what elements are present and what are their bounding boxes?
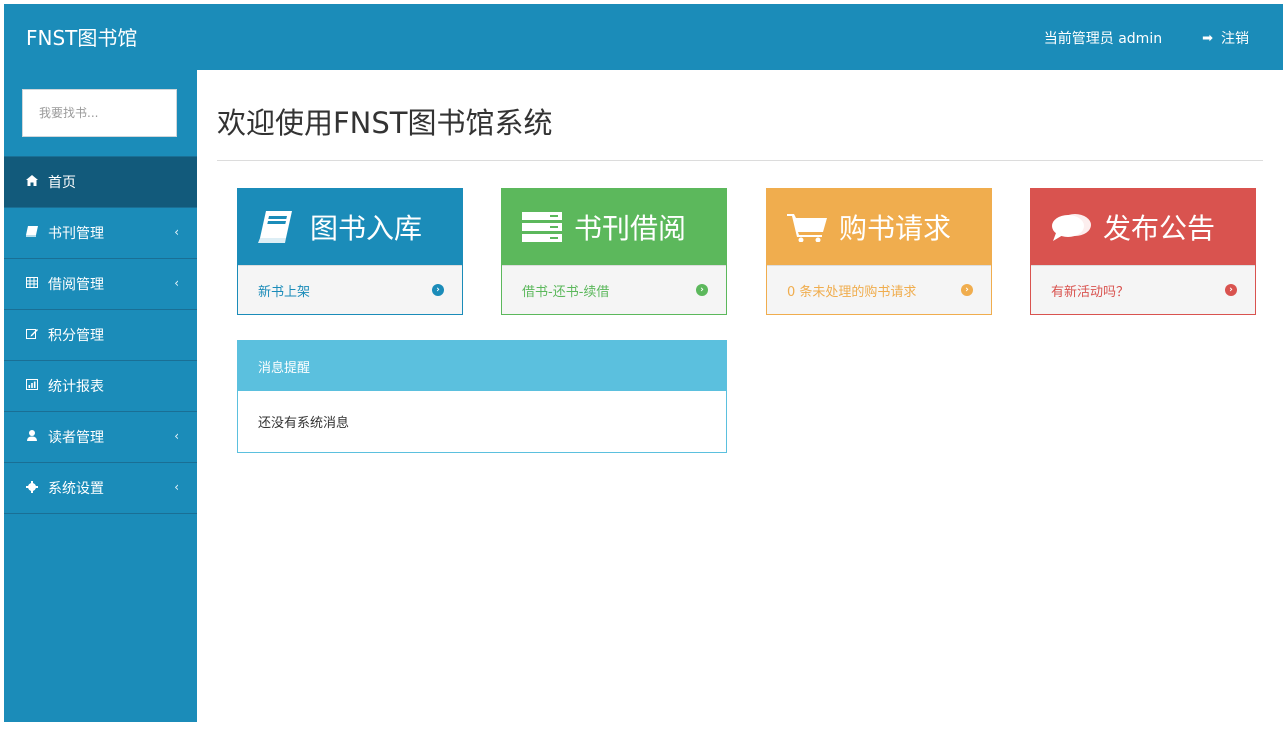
sidebar-item-settings[interactable]: 系统设置 ‹ <box>4 463 197 514</box>
card-title: 图书入库 <box>310 212 423 245</box>
logout-button[interactable]: ➡ 注销 <box>1202 28 1249 48</box>
sidebar-item-label: 借阅管理 <box>48 277 104 293</box>
book-icon <box>26 226 48 240</box>
card-link-text: 借书-还书-续借 <box>522 284 610 300</box>
card-header: 书刊借阅 <box>502 189 726 265</box>
card-book-stock-in[interactable]: 图书入库 新书上架 › <box>237 188 463 315</box>
card-header: 图书入库 <box>238 189 462 265</box>
card-footer[interactable]: 新书上架 › <box>238 265 462 314</box>
card-footer[interactable]: 借书-还书-续借 › <box>502 265 726 314</box>
main-content: 欢迎使用FNST图书馆系统 图书入库 新书上架 › 书刊借阅 借书-还书-续借 … <box>197 70 1283 722</box>
card-title: 购书请求 <box>839 212 952 245</box>
user-icon <box>26 430 48 444</box>
arrow-circle-right-icon: › <box>432 284 444 296</box>
sidebar-item-label: 书刊管理 <box>48 226 104 242</box>
card-header: 发布公告 <box>1031 189 1255 265</box>
message-panel: 消息提醒 还没有系统消息 <box>237 340 727 453</box>
sidebar-item-label: 统计报表 <box>48 379 104 395</box>
app-frame: FNST图书馆 当前管理员 admin ➡ 注销 首页 书刊管理 ‹ <box>4 4 1283 722</box>
card-header: 购书请求 <box>767 189 991 265</box>
sidebar-item-label: 系统设置 <box>48 481 104 497</box>
sidebar-item-label: 积分管理 <box>48 328 104 344</box>
logout-label: 注销 <box>1221 31 1249 47</box>
arrow-circle-right-icon: › <box>1225 284 1237 296</box>
home-icon <box>26 175 48 189</box>
page-title: 欢迎使用FNST图书馆系统 <box>217 106 553 140</box>
top-navbar: FNST图书馆 当前管理员 admin ➡ 注销 <box>4 4 1283 70</box>
sidebar-item-readers[interactable]: 读者管理 ‹ <box>4 412 197 463</box>
card-title: 发布公告 <box>1103 212 1216 245</box>
card-title: 书刊借阅 <box>574 212 687 245</box>
chevron-left-icon: ‹ <box>174 225 179 239</box>
arrow-circle-right-icon: › <box>696 284 708 296</box>
card-book-borrow[interactable]: 书刊借阅 借书-还书-续借 › <box>501 188 727 315</box>
card-footer[interactable]: 0 条未处理的购书请求 › <box>767 265 991 314</box>
arrow-circle-right-icon: › <box>961 284 973 296</box>
sidebar-item-home[interactable]: 首页 <box>4 157 197 208</box>
card-link-text: 0 条未处理的购书请求 <box>787 284 917 300</box>
sidebar-item-label: 读者管理 <box>48 430 104 446</box>
chevron-left-icon: ‹ <box>174 429 179 443</box>
search-input[interactable] <box>22 89 177 137</box>
sidebar-item-points[interactable]: 积分管理 <box>4 310 197 361</box>
title-divider <box>217 160 1263 161</box>
card-publish-notice[interactable]: 发布公告 有新活动吗？ › <box>1030 188 1256 315</box>
message-panel-heading: 消息提醒 <box>238 341 726 391</box>
book-icon <box>258 211 310 243</box>
card-footer[interactable]: 有新活动吗？ › <box>1031 265 1255 314</box>
chevron-left-icon: ‹ <box>174 480 179 494</box>
message-panel-body: 还没有系统消息 <box>258 416 350 431</box>
chevron-left-icon: ‹ <box>174 276 179 290</box>
sidebar-item-borrow[interactable]: 借阅管理 ‹ <box>4 259 197 310</box>
comments-icon <box>1051 212 1103 242</box>
card-purchase-requests[interactable]: 购书请求 0 条未处理的购书请求 › <box>766 188 992 315</box>
sidebar-item-reports[interactable]: 统计报表 <box>4 361 197 412</box>
server-icon <box>522 212 574 242</box>
bar-chart-icon <box>26 379 48 393</box>
shopping-cart-icon <box>787 212 839 242</box>
card-link-text: 新书上架 <box>258 284 311 300</box>
card-link-text: 有新活动吗？ <box>1051 284 1130 300</box>
sidebar-search <box>4 70 197 157</box>
table-icon <box>26 277 48 291</box>
top-right-area: 当前管理员 admin ➡ 注销 <box>1044 28 1249 48</box>
sign-out-icon: ➡ <box>1202 30 1213 46</box>
brand-title[interactable]: FNST图书馆 <box>26 22 137 51</box>
sidebar-item-books[interactable]: 书刊管理 ‹ <box>4 208 197 259</box>
sidebar-item-label: 首页 <box>48 175 76 191</box>
gear-icon <box>26 480 48 496</box>
edit-icon <box>26 328 48 342</box>
sidebar: 首页 书刊管理 ‹ 借阅管理 ‹ 积分管理 统计报表 <box>4 70 197 722</box>
current-admin-label: 当前管理员 admin <box>1043 31 1163 47</box>
